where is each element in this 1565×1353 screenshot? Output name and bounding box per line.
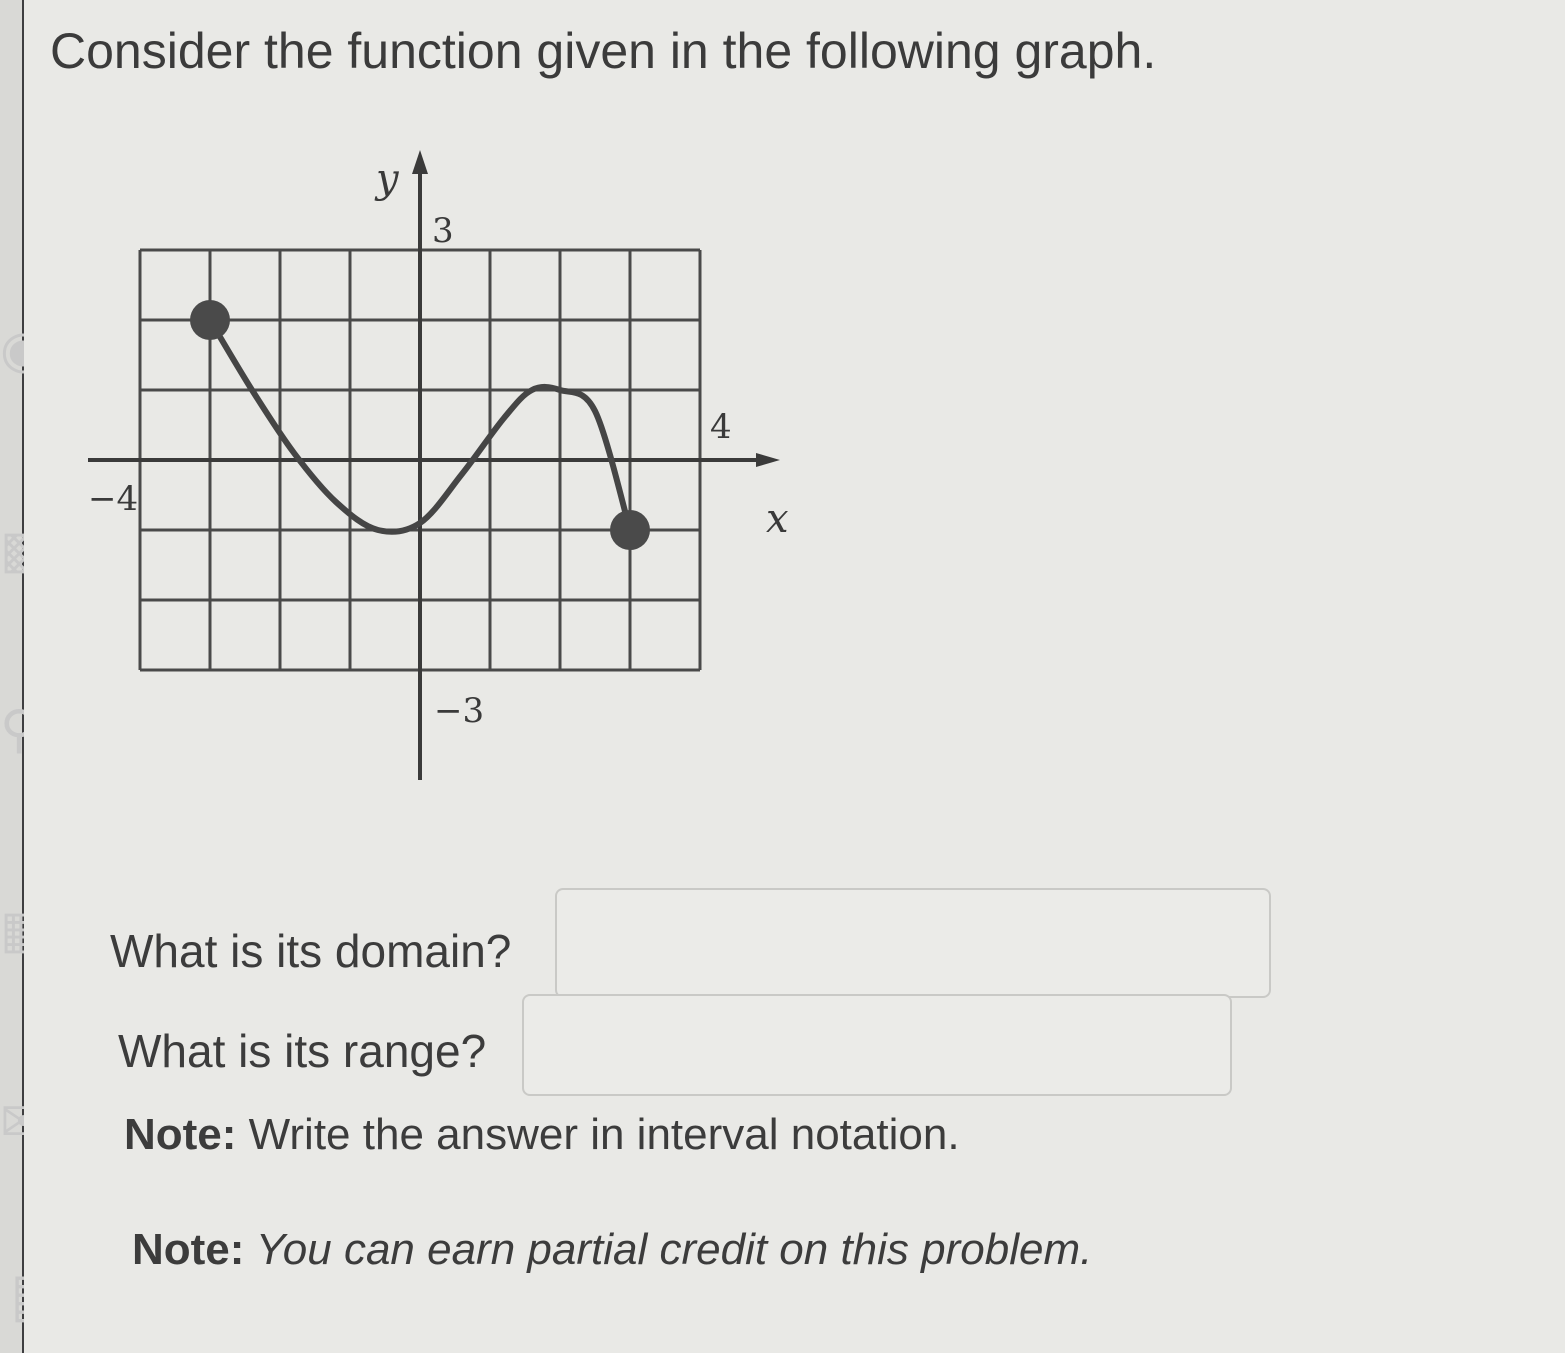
y-tick-bottom: −3 bbox=[434, 691, 484, 731]
partial-credit-note: Note: You can earn partial credit on thi… bbox=[132, 1225, 1092, 1275]
note-text: Write the answer in interval notation. bbox=[236, 1110, 960, 1159]
x-axis-arrow bbox=[756, 453, 780, 467]
closed-endpoint-dot bbox=[190, 300, 230, 340]
x-tick-left: −4 bbox=[88, 479, 138, 519]
range-answer-input[interactable] bbox=[522, 994, 1232, 1096]
note-text: You can earn partial credit on this prob… bbox=[244, 1225, 1093, 1274]
y-axis-label: y bbox=[374, 156, 400, 202]
function-graph: y x 3 −3 −4 4 bbox=[80, 140, 800, 800]
note-label: Note: bbox=[132, 1225, 245, 1274]
x-axis-label: x bbox=[766, 496, 789, 542]
note-label: Note: bbox=[124, 1110, 237, 1159]
domain-answer-input[interactable] bbox=[555, 888, 1271, 998]
y-tick-top: 3 bbox=[432, 211, 454, 251]
range-question: What is its range? bbox=[118, 1025, 487, 1077]
x-tick-right: 4 bbox=[710, 407, 732, 447]
interval-notation-note: Note: Write the answer in interval notat… bbox=[124, 1110, 960, 1160]
y-axis-arrow bbox=[412, 150, 428, 174]
problem-title: Consider the function given in the follo… bbox=[50, 23, 1157, 79]
graph-svg: y x 3 −3 −4 4 bbox=[88, 150, 789, 780]
closed-endpoint-dot bbox=[610, 510, 650, 550]
domain-question: What is its domain? bbox=[110, 925, 512, 977]
